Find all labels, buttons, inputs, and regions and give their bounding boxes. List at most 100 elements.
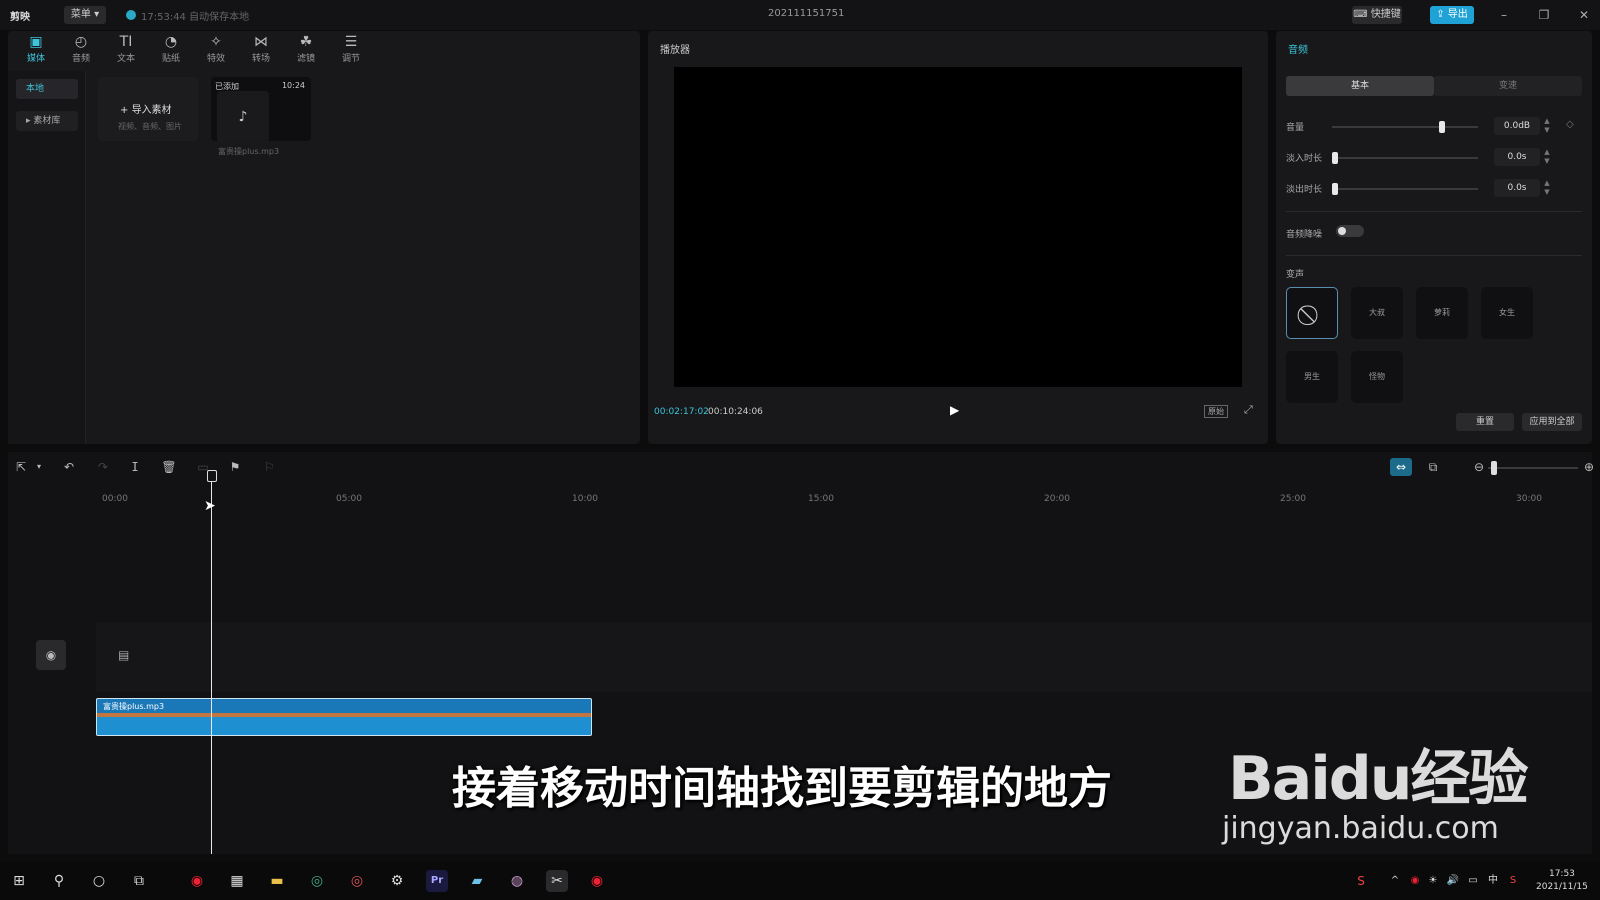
tool-audio[interactable]: ◴ 音频 xyxy=(61,33,101,67)
track-settings-icon[interactable]: ▤ xyxy=(118,648,129,662)
clock-time: 17:53 xyxy=(1548,869,1575,879)
ruler-label: 00:00 xyxy=(102,494,128,504)
sogou-icon[interactable]: S xyxy=(1502,870,1524,892)
media-clip-card[interactable]: 已添加 10:24 ♪ xyxy=(211,77,311,143)
music-note-icon: ♪ xyxy=(217,91,269,143)
tool-media[interactable]: ▣ 媒体 xyxy=(16,33,56,67)
denoise-toggle[interactable] xyxy=(1336,225,1364,237)
zoom-slider[interactable] xyxy=(1488,467,1578,469)
fullscreen-icon[interactable]: ⤢ xyxy=(1244,403,1253,417)
ratio-button[interactable]: 原始 xyxy=(1204,405,1228,418)
windows-start-icon[interactable]: ⊞ xyxy=(8,870,30,892)
fadein-label: 淡入时长 xyxy=(1286,154,1323,164)
cortana-icon[interactable]: ○ xyxy=(88,870,110,892)
system-clock[interactable]: 17:53 2021/11/15 xyxy=(1536,868,1588,894)
tab-basic[interactable]: 基本 xyxy=(1286,76,1434,96)
chrome-icon[interactable]: ◎ xyxy=(306,870,328,892)
ruler-label: 25:00 xyxy=(1280,494,1306,504)
current-time: 00:02:17:02 xyxy=(654,407,709,417)
shortcut-button[interactable]: ⌨ 快捷键 xyxy=(1352,6,1402,24)
tool-effect[interactable]: ✧ 特效 xyxy=(196,33,236,67)
tool-adjust[interactable]: ☰ 调节 xyxy=(331,33,371,67)
voice-option-uncle[interactable]: 大叔 xyxy=(1351,287,1403,339)
network-icon[interactable]: ▭ xyxy=(1462,870,1484,892)
tray-app-icon[interactable]: ☀ xyxy=(1422,870,1444,892)
app-icon[interactable]: ▰ xyxy=(466,870,488,892)
tool-filter[interactable]: ☘ 滤镜 xyxy=(286,33,326,67)
tray-chevron-icon[interactable]: ^ xyxy=(1384,870,1406,892)
menu-button[interactable]: 菜单 ▾ xyxy=(64,6,106,24)
player-panel: 播放器 00:02:17:02 00:10:24:06 ▶ 原始 ⤢ xyxy=(648,31,1268,444)
export-button[interactable]: ⇪ 导出 xyxy=(1430,6,1474,24)
app-icon[interactable]: ◍ xyxy=(506,870,528,892)
volume-slider[interactable] xyxy=(1332,126,1478,128)
keyframe-icon[interactable]: ◇ xyxy=(1566,119,1574,130)
volume-icon[interactable]: 🔊 xyxy=(1442,870,1464,892)
voice-option-female[interactable]: 女生 xyxy=(1481,287,1533,339)
mouse-cursor-icon: ➤ xyxy=(204,498,216,514)
ime-indicator[interactable]: 中 xyxy=(1482,870,1504,892)
voice-option-loli[interactable]: 萝莉 xyxy=(1416,287,1468,339)
clip-duration: 10:24 xyxy=(281,81,305,90)
tool-label: 滤镜 xyxy=(296,54,315,64)
main-track[interactable] xyxy=(96,622,1592,692)
premiere-icon[interactable]: Pr xyxy=(426,870,448,892)
fadeout-input[interactable]: 0.0s xyxy=(1494,179,1540,197)
voice-option-monster[interactable]: 怪物 xyxy=(1351,351,1403,403)
import-button[interactable]: + 导入素材 视频、音频、图片 xyxy=(98,77,198,141)
volume-input[interactable]: 0.0dB xyxy=(1494,117,1540,135)
cover-button-icon[interactable]: ◉ xyxy=(36,640,66,670)
audio-clip[interactable]: 富贵操plus.mp3 xyxy=(96,698,592,736)
volume-stepper[interactable]: ▲ ▼ xyxy=(1542,117,1552,135)
fadein-slider[interactable] xyxy=(1332,157,1478,159)
props-title: 音频 xyxy=(1288,45,1308,56)
side-item-local[interactable]: 本地 xyxy=(16,79,78,99)
search-icon[interactable]: ⚲ xyxy=(48,870,70,892)
timeline-ruler[interactable]: 00:00 05:00 10:00 15:00 20:00 25:00 30:0… xyxy=(8,472,1592,504)
fadeout-slider[interactable] xyxy=(1332,188,1478,190)
minimize-icon[interactable]: – xyxy=(1494,7,1514,23)
tool-label: 调节 xyxy=(341,54,360,64)
file-explorer-icon[interactable]: ▬ xyxy=(266,870,288,892)
fadein-stepper[interactable]: ▲ ▼ xyxy=(1542,148,1552,166)
play-icon[interactable]: ▶ xyxy=(950,403,959,417)
fadeout-stepper[interactable]: ▲ ▼ xyxy=(1542,179,1552,197)
tray-icon[interactable]: S xyxy=(1350,870,1372,892)
fadein-input[interactable]: 0.0s xyxy=(1494,148,1540,166)
capcut-icon[interactable]: ✂ xyxy=(546,870,568,892)
shortcut-label: 快捷键 xyxy=(1370,9,1401,20)
title-bar: 剪映 菜单 ▾ 17:53:44 自动保存本地 202111151751 ⌨ 快… xyxy=(0,0,1600,30)
audio-waveform xyxy=(97,717,591,735)
record-icon[interactable]: ◉ xyxy=(586,870,608,892)
tool-label: 文本 xyxy=(116,54,135,64)
watermark-logo: Baidu经验 xyxy=(1228,744,1528,814)
media-sidebar: 本地 ▸ 素材库 xyxy=(8,71,86,444)
tool-label: 特效 xyxy=(206,54,225,64)
divider xyxy=(1286,211,1582,212)
playhead-handle[interactable] xyxy=(207,470,217,482)
apply-all-button[interactable]: 应用到全部 xyxy=(1522,413,1582,431)
denoise-label: 音频降噪 xyxy=(1286,230,1323,240)
tool-sticker[interactable]: ◔ 贴纸 xyxy=(151,33,191,67)
fadein-knob[interactable] xyxy=(1332,152,1338,164)
toggle-knob xyxy=(1338,227,1346,235)
tab-speed[interactable]: 变速 xyxy=(1434,76,1582,96)
voice-none-icon[interactable]: ⃠ xyxy=(1286,287,1338,339)
restore-icon[interactable]: ❐ xyxy=(1534,7,1554,23)
recorder-app-icon[interactable]: ◉ xyxy=(186,870,208,892)
tool-transition[interactable]: ⋈ 转场 xyxy=(241,33,281,67)
task-view-icon[interactable]: ⧉ xyxy=(128,870,150,892)
app-icon[interactable]: ⚙ xyxy=(386,870,408,892)
preview-screen[interactable] xyxy=(674,67,1242,387)
volume-knob[interactable] xyxy=(1439,121,1445,133)
tool-text[interactable]: TI 文本 xyxy=(106,33,146,67)
browser-icon[interactable]: ◎ xyxy=(346,870,368,892)
filter-icon: ☘ xyxy=(299,34,313,50)
reset-button[interactable]: 重置 xyxy=(1456,413,1514,431)
playhead-line[interactable] xyxy=(211,482,212,854)
voice-option-male[interactable]: 男生 xyxy=(1286,351,1338,403)
close-icon[interactable]: ✕ xyxy=(1574,7,1594,23)
app-icon[interactable]: ▦ xyxy=(226,870,248,892)
side-item-library[interactable]: ▸ 素材库 xyxy=(16,111,78,131)
fadeout-knob[interactable] xyxy=(1332,183,1338,195)
